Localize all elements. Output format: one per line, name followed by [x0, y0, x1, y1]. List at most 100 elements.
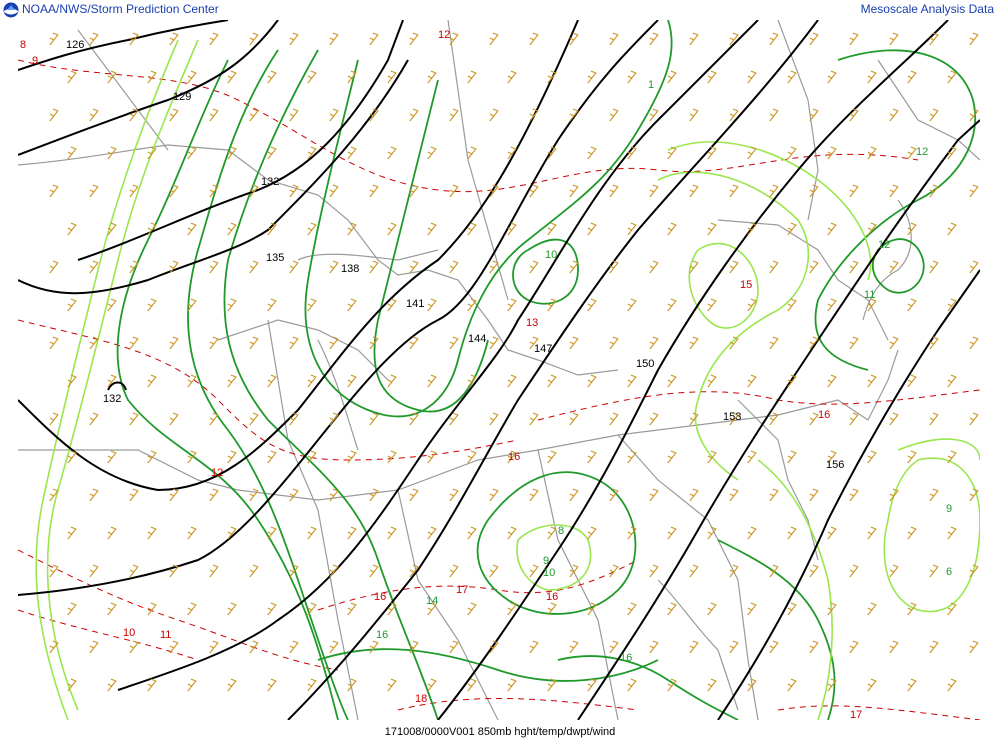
wind-barb: [569, 336, 579, 350]
wind-barb: [689, 108, 699, 122]
wind-barb: [809, 488, 819, 502]
wind-barb: [67, 146, 77, 160]
wind-barb: [907, 298, 917, 312]
dewpoint-label: 9: [946, 503, 952, 515]
wind-barb: [89, 260, 99, 274]
wind-barb: [289, 260, 299, 274]
wind-barb: [689, 32, 699, 46]
wind-barb: [667, 526, 677, 540]
wind-barb: [489, 412, 499, 426]
wind-barb: [249, 564, 259, 578]
analysis-map: 126 129 132 135 138 141 144 147 150 153 …: [17, 19, 997, 721]
height-label: 138: [341, 263, 359, 275]
temperature-labels: 8 9 10 11 12 12 13 15 16 16 16 16 17 17 …: [20, 29, 862, 721]
wind-barb: [969, 336, 979, 350]
wind-barb: [969, 108, 979, 122]
wind-barb: [307, 678, 317, 692]
wind-barb: [49, 260, 59, 274]
wind-barb: [849, 412, 859, 426]
wind-barb: [809, 108, 819, 122]
temperature-label: 17: [850, 709, 862, 720]
wind-barb: [147, 298, 157, 312]
wind-barb: [569, 260, 579, 274]
wind-barb: [787, 450, 797, 464]
wind-barb: [849, 260, 859, 274]
wind-barb: [67, 70, 77, 84]
wind-barb: [169, 640, 179, 654]
wind-barb: [707, 602, 717, 616]
wind-barb: [329, 640, 339, 654]
wind-barb: [609, 32, 619, 46]
wind-barb: [769, 260, 779, 274]
wind-barb: [67, 222, 77, 236]
wind-barb: [209, 488, 219, 502]
temperature-label: 16: [374, 591, 386, 603]
wind-barb: [809, 412, 819, 426]
wind-barb: [849, 640, 859, 654]
wind-barb: [667, 374, 677, 388]
height-label: 150: [636, 358, 654, 370]
temperature-label: 11: [160, 629, 171, 641]
wind-barb: [867, 450, 877, 464]
wind-barb: [489, 108, 499, 122]
height-labels: 126 129 132 135 138 141 144 147 150 153 …: [66, 39, 844, 471]
wind-barb: [787, 678, 797, 692]
temperature-label: 9: [32, 55, 38, 67]
wind-barb: [329, 336, 339, 350]
wind-barb: [627, 602, 637, 616]
height-label: 132: [261, 176, 279, 188]
wind-barb: [769, 108, 779, 122]
wind-barb: [427, 222, 437, 236]
wind-barb: [507, 374, 517, 388]
wind-barb: [449, 32, 459, 46]
wind-barb: [347, 602, 357, 616]
wind-barb: [827, 222, 837, 236]
wind-barb: [267, 602, 277, 616]
wind-barb: [547, 450, 557, 464]
wind-barb: [329, 184, 339, 198]
wind-barb: [147, 374, 157, 388]
wind-barb: [827, 146, 837, 160]
wind-barb: [929, 412, 939, 426]
wind-barb: [507, 298, 517, 312]
wind-barb: [89, 32, 99, 46]
wind-barb: [147, 70, 157, 84]
wind-barb: [947, 222, 957, 236]
wind-barb: [667, 70, 677, 84]
wind-barb: [929, 640, 939, 654]
wind-barb: [609, 108, 619, 122]
wind-barb: [89, 488, 99, 502]
wind-barb: [147, 602, 157, 616]
wind-barb: [769, 32, 779, 46]
dewpoint-label: 14: [426, 595, 438, 607]
wind-barb: [89, 564, 99, 578]
wind-barb: [347, 526, 357, 540]
wind-barb: [467, 70, 477, 84]
wind-barb: [249, 260, 259, 274]
wind-barb: [849, 564, 859, 578]
wind-barb: [907, 450, 917, 464]
wind-barb: [787, 70, 797, 84]
wind-barb: [827, 374, 837, 388]
wind-barb: [427, 70, 437, 84]
wind-barb: [449, 488, 459, 502]
wind-barb: [467, 146, 477, 160]
wind-barb: [329, 108, 339, 122]
wind-barb: [529, 32, 539, 46]
wind-barb: [449, 564, 459, 578]
wind-barb: [209, 260, 219, 274]
wind-barb: [889, 640, 899, 654]
wind-barb: [547, 526, 557, 540]
height-label: 129: [173, 91, 191, 103]
wind-barb: [907, 146, 917, 160]
wind-barb: [169, 412, 179, 426]
wind-barb: [627, 298, 637, 312]
wind-barb: [929, 260, 939, 274]
wind-barb: [867, 70, 877, 84]
wind-barb: [129, 564, 139, 578]
wind-barb: [729, 336, 739, 350]
wind-barb: [787, 602, 797, 616]
wind-barb: [347, 374, 357, 388]
wind-barb: [387, 146, 397, 160]
wind-barb: [769, 640, 779, 654]
